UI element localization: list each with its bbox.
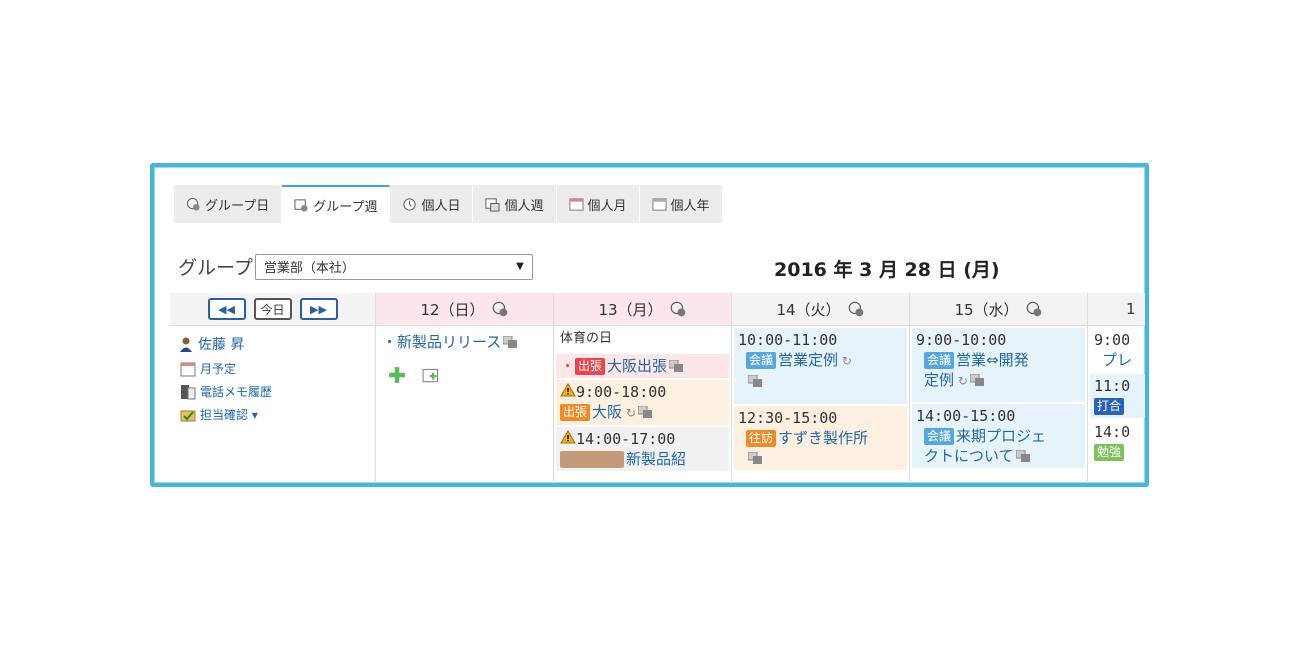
tab-label: 個人月 [587, 198, 627, 214]
group-member-icon [969, 374, 984, 386]
dropdown-arrow-icon: ▼ [516, 261, 524, 272]
add-group-event-icon [848, 301, 863, 317]
group-label: グループ [178, 257, 253, 279]
tab-label: 個人週 [504, 198, 544, 214]
group-member-icon [637, 406, 652, 418]
group-member-icon [748, 452, 762, 464]
add-todo-icon[interactable] [422, 366, 442, 384]
prev-week-button[interactable]: ◀◀ [207, 298, 246, 320]
assignment-check-link[interactable]: 担当確認 ▾ [180, 406, 375, 423]
group-select-value: 営業部（本社） [263, 261, 355, 276]
event-osaka[interactable]: 9:00-18:00 出張 大阪 ↻ [556, 380, 729, 425]
day-column-16: 9:00 プレ 11:0 打合 14:0 勉強 [1088, 326, 1145, 483]
view-tabs: グループ日 グループ週 個人日 個人週 個人月 個人年 [174, 185, 723, 223]
event-new-product-intro[interactable]: 14:00-17:00 新製品紹 [556, 427, 729, 471]
event-presentation[interactable]: 9:00 プレ [1090, 328, 1145, 372]
event-osaka-trip[interactable]: ・出張 大阪出張 [556, 354, 729, 378]
warning-icon [560, 430, 576, 444]
event-sales-meeting[interactable]: 10:00-11:00 会議 営業定例 ↻ [734, 328, 907, 404]
next-week-button[interactable]: ▶▶ [299, 298, 338, 320]
day-header-14[interactable]: 14（火） [732, 293, 910, 326]
tab-group-day[interactable]: グループ日 [174, 185, 283, 223]
group-day-icon [186, 197, 200, 211]
day-column-13: 体育の日 ・出張 大阪出張 9:00-18:00 出張 大阪 ↻ 14:00-17:… [554, 326, 732, 483]
tab-personal-day[interactable]: 個人日 [390, 185, 474, 223]
repeat-icon: ↻ [622, 406, 636, 420]
personal-week-icon [485, 197, 501, 212]
warning-icon [560, 383, 576, 397]
group-select[interactable]: 営業部（本社） ▼ [254, 253, 533, 280]
today-button[interactable]: 今日 [253, 298, 292, 320]
calendar-month-icon [180, 362, 196, 376]
tab-label: 個人年 [670, 198, 710, 214]
event-next-term-project[interactable]: 14:00-15:00 会議 来期プロジェ クトについて [912, 404, 1085, 468]
tab-label: グループ日 [205, 198, 270, 214]
user-name-link[interactable]: 佐藤 昇 [178, 334, 375, 354]
nav-header: ◀◀ 今日 ▶▶ [170, 293, 376, 326]
tab-personal-week[interactable]: 個人週 [473, 185, 557, 223]
user-column: 佐藤 昇 月予定 電話メモ履歴 担当確認 ▾ [170, 326, 376, 483]
repeat-icon: ↻ [838, 354, 852, 368]
group-member-icon [1015, 450, 1030, 462]
day-header-16[interactable]: 1 [1088, 293, 1145, 326]
monthly-schedule-link[interactable]: 月予定 [180, 360, 375, 377]
current-date: 2016 年 3 月 28 日 (月) [774, 259, 1000, 281]
event-suzuki-visit[interactable]: 12:30-15:00 往訪 すずき製作所 [734, 406, 907, 470]
phone-memo-history-link[interactable]: 電話メモ履歴 [180, 383, 375, 400]
add-group-event-icon [492, 301, 507, 317]
add-group-event-icon [670, 301, 685, 317]
day-header-13[interactable]: 13（月） [554, 293, 732, 326]
day-column-14: 10:00-11:00 会議 営業定例 ↻ 12:30-15:00 往訪 すずき製作… [732, 326, 910, 483]
calendar-year-icon [651, 197, 667, 211]
clock-icon [403, 197, 417, 211]
event-study[interactable]: 14:0 勉強 [1090, 420, 1145, 464]
day-column-12: ・新製品リリース [376, 326, 554, 483]
add-event-icon[interactable] [388, 366, 406, 384]
event-sales-dev-meeting[interactable]: 9:00-10:00 会議 営業⇔開発 定例 ↻ [912, 328, 1085, 402]
scheduler-window: グループ日 グループ週 個人日 個人週 個人月 個人年 グループ 営業部（本社）… [150, 163, 1149, 487]
holiday-label: 体育の日 [560, 331, 613, 346]
group-member-icon [748, 375, 762, 387]
group-member-icon [669, 360, 684, 372]
group-selector: グループ 営業部（本社） ▼ [178, 253, 533, 280]
group-week-icon [294, 198, 308, 212]
calendar-month-icon [568, 197, 584, 211]
phone-memo-icon [181, 384, 196, 399]
add-group-event-icon [1026, 301, 1041, 317]
tab-group-week[interactable]: グループ週 [282, 185, 391, 223]
day-column-15: 9:00-10:00 会議 営業⇔開発 定例 ↻ 14:00-15:00 会議 来期… [910, 326, 1088, 483]
event-meeting[interactable]: 11:0 打合 [1090, 374, 1145, 418]
user-icon [180, 337, 192, 352]
day-header-15[interactable]: 15（水） [910, 293, 1088, 326]
repeat-icon: ↻ [954, 374, 968, 388]
tab-personal-year[interactable]: 個人年 [639, 185, 723, 223]
event-new-product-release[interactable]: ・新製品リリース [382, 332, 547, 352]
group-member-icon [503, 336, 518, 348]
tab-personal-month[interactable]: 個人月 [556, 185, 640, 223]
tab-label: 個人日 [421, 198, 461, 214]
check-folder-icon [180, 410, 196, 421]
tab-label: グループ週 [313, 199, 378, 215]
event-badge [560, 451, 624, 468]
day-header-12[interactable]: 12（日） [376, 293, 554, 326]
